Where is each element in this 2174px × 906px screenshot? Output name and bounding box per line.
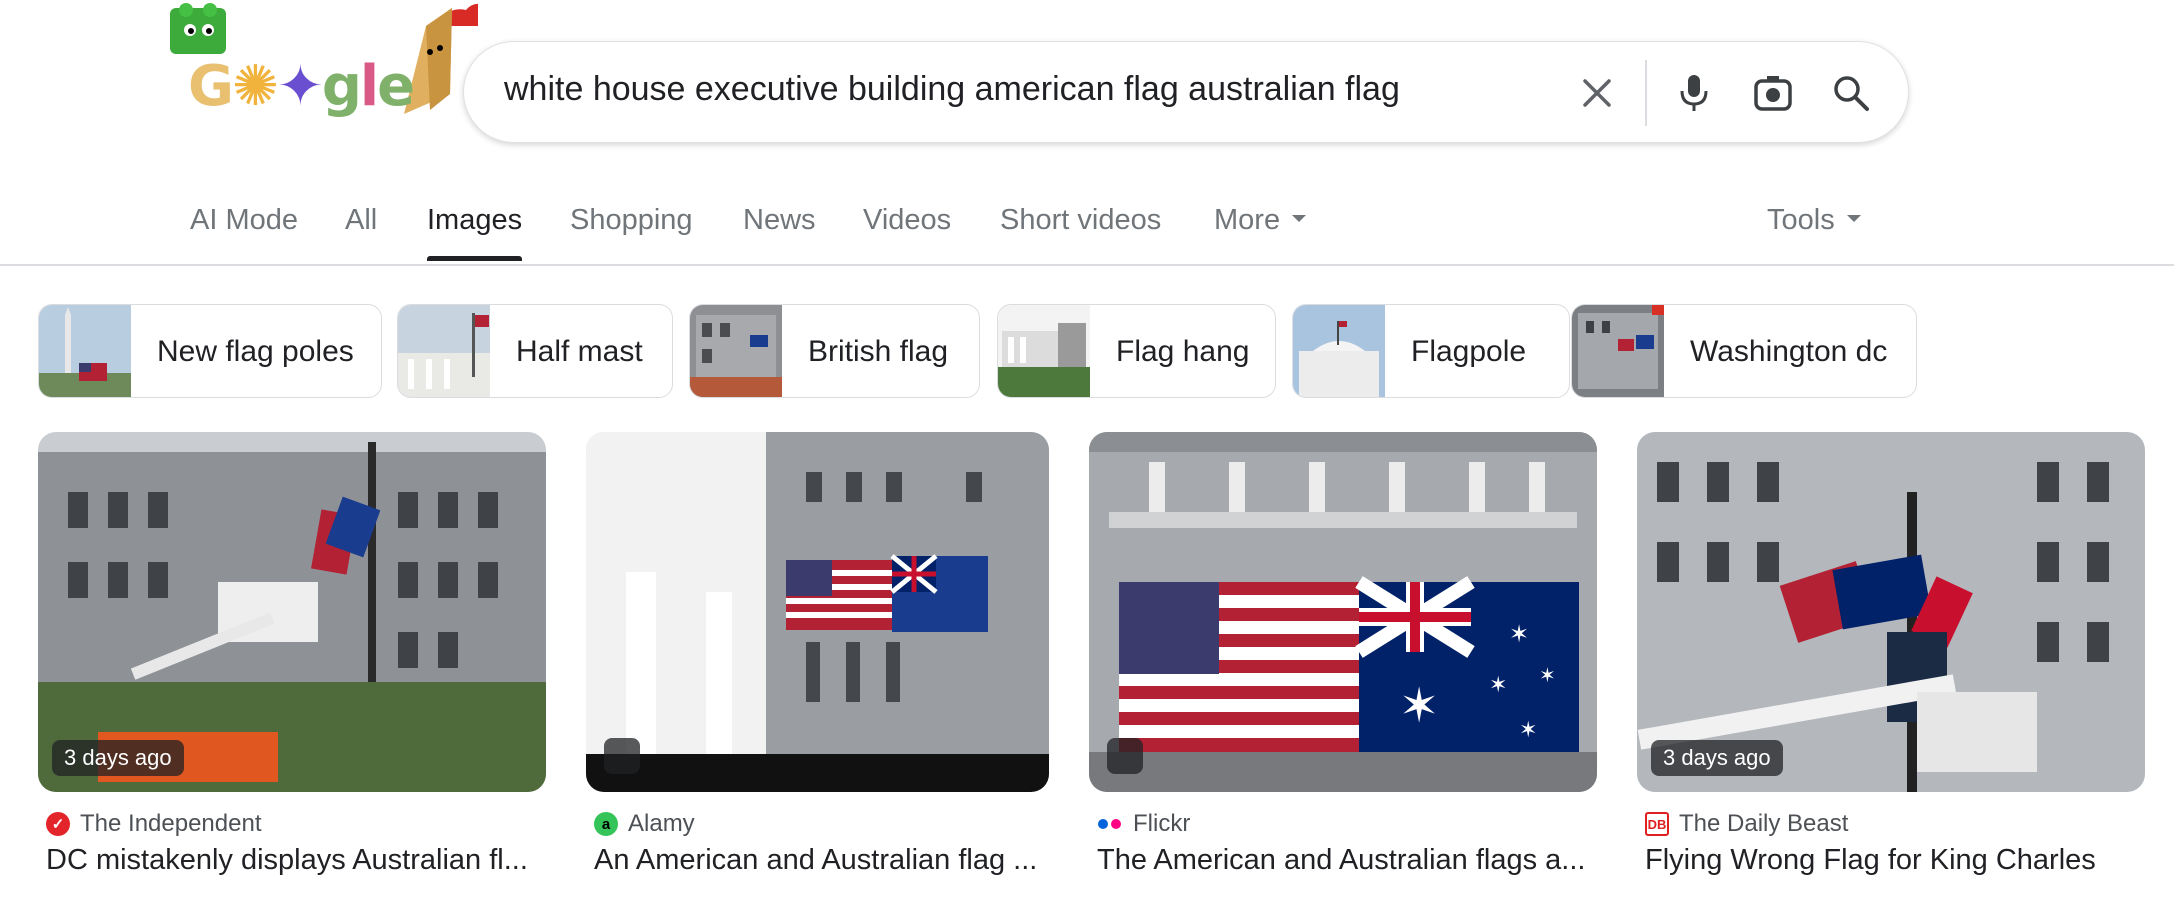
result-title[interactable]: Flying Wrong Flag for King Charles	[1645, 844, 2145, 877]
source-name: The Independent	[80, 810, 262, 837]
clear-search-icon[interactable]	[1572, 68, 1622, 118]
tab-shopping[interactable]: Shopping	[570, 204, 693, 237]
svg-text:✶: ✶	[1539, 663, 1556, 687]
search-tabs: AI Mode All Images Shopping News Videos …	[0, 190, 2174, 266]
chevron-down-icon	[1292, 214, 1307, 222]
image-badge-icon	[1107, 738, 1143, 774]
result-title[interactable]: DC mistakenly displays Australian fl...	[46, 844, 546, 877]
result-source[interactable]: ✓ The Independent	[46, 810, 262, 838]
time-badge: 3 days ago	[52, 740, 184, 776]
result-source[interactable]: DB The Daily Beast	[1645, 810, 1848, 838]
google-doodle-logo[interactable]: G✺✦gle	[168, 0, 478, 130]
tab-more-label: More	[1214, 204, 1281, 236]
tools-button[interactable]: Tools	[1767, 204, 1861, 237]
chip-label: Washington dc	[1690, 335, 1888, 368]
tab-ai-mode[interactable]: AI Mode	[190, 204, 298, 237]
search-input[interactable]: white house executive building american …	[504, 70, 1400, 109]
result-image	[38, 432, 546, 792]
chip-label: Flag hang	[1116, 335, 1250, 368]
result-source[interactable]: a Alamy	[594, 810, 695, 838]
result-thumbnail[interactable]	[586, 432, 1049, 792]
time-badge: 3 days ago	[1651, 740, 1783, 776]
source-name: Flickr	[1133, 810, 1191, 837]
alamy-favicon: a	[594, 812, 618, 836]
chip-thumbnail	[690, 305, 782, 397]
tabs-divider	[0, 264, 2174, 266]
camera-lens-icon[interactable]	[1748, 68, 1798, 118]
source-name: The Daily Beast	[1679, 810, 1849, 837]
search-bar[interactable]: white house executive building american …	[463, 41, 1909, 143]
active-tab-indicator	[427, 256, 522, 261]
related-chip[interactable]: Washington dc	[1571, 304, 1917, 398]
chip-thumbnail	[998, 305, 1090, 397]
chevron-down-icon	[1846, 214, 1861, 222]
svg-text:✶: ✶	[1489, 673, 1507, 698]
related-chip[interactable]: New flag poles	[38, 304, 382, 398]
microphone-icon[interactable]	[1669, 68, 1719, 118]
related-chip[interactable]: Flag hang	[997, 304, 1276, 398]
chip-thumbnail	[1293, 305, 1385, 397]
svg-text:✶: ✶	[1519, 718, 1537, 743]
search-divider	[1645, 60, 1647, 126]
image-badge-icon	[604, 738, 640, 774]
related-chip[interactable]: Flagpole	[1292, 304, 1570, 398]
tools-label: Tools	[1767, 204, 1835, 236]
svg-text:✶: ✶	[1509, 620, 1529, 648]
tab-videos[interactable]: Videos	[863, 204, 951, 237]
result-image	[1637, 432, 2145, 792]
tab-all[interactable]: All	[345, 204, 377, 237]
search-icon[interactable]	[1826, 68, 1876, 118]
result-source[interactable]: Flickr	[1097, 810, 1190, 838]
chip-label: Flagpole	[1411, 335, 1527, 368]
daily-beast-favicon: DB	[1645, 812, 1669, 836]
tab-more[interactable]: More	[1214, 204, 1307, 237]
svg-text:✶: ✶	[1399, 678, 1439, 734]
logo-wordmark: G✺✦gle	[188, 54, 415, 119]
result-thumbnail[interactable]: 3 days ago	[38, 432, 546, 792]
tab-short-videos[interactable]: Short videos	[1000, 204, 1161, 237]
flickr-favicon	[1097, 812, 1123, 836]
result-image: ✶ ✶ ✶ ✶ ✶	[1089, 432, 1597, 792]
related-chip[interactable]: Half mast	[397, 304, 673, 398]
result-title[interactable]: An American and Australian flag ...	[594, 844, 1049, 877]
independent-favicon: ✓	[46, 812, 70, 836]
source-name: Alamy	[628, 810, 695, 837]
result-thumbnail[interactable]: 3 days ago	[1637, 432, 2145, 792]
chip-thumbnail	[398, 305, 490, 397]
result-image	[586, 432, 1049, 792]
result-thumbnail[interactable]: ✶ ✶ ✶ ✶ ✶	[1089, 432, 1597, 792]
chip-label: British flag	[808, 335, 949, 368]
related-chip[interactable]: British flag	[689, 304, 980, 398]
chip-thumbnail	[1572, 305, 1664, 397]
chip-thumbnail	[39, 305, 131, 397]
result-title[interactable]: The American and Australian flags a...	[1097, 844, 1597, 877]
chip-label: New flag poles	[157, 335, 354, 368]
chip-label: Half mast	[516, 335, 643, 368]
tab-images[interactable]: Images	[427, 204, 522, 237]
tab-news[interactable]: News	[743, 204, 816, 237]
